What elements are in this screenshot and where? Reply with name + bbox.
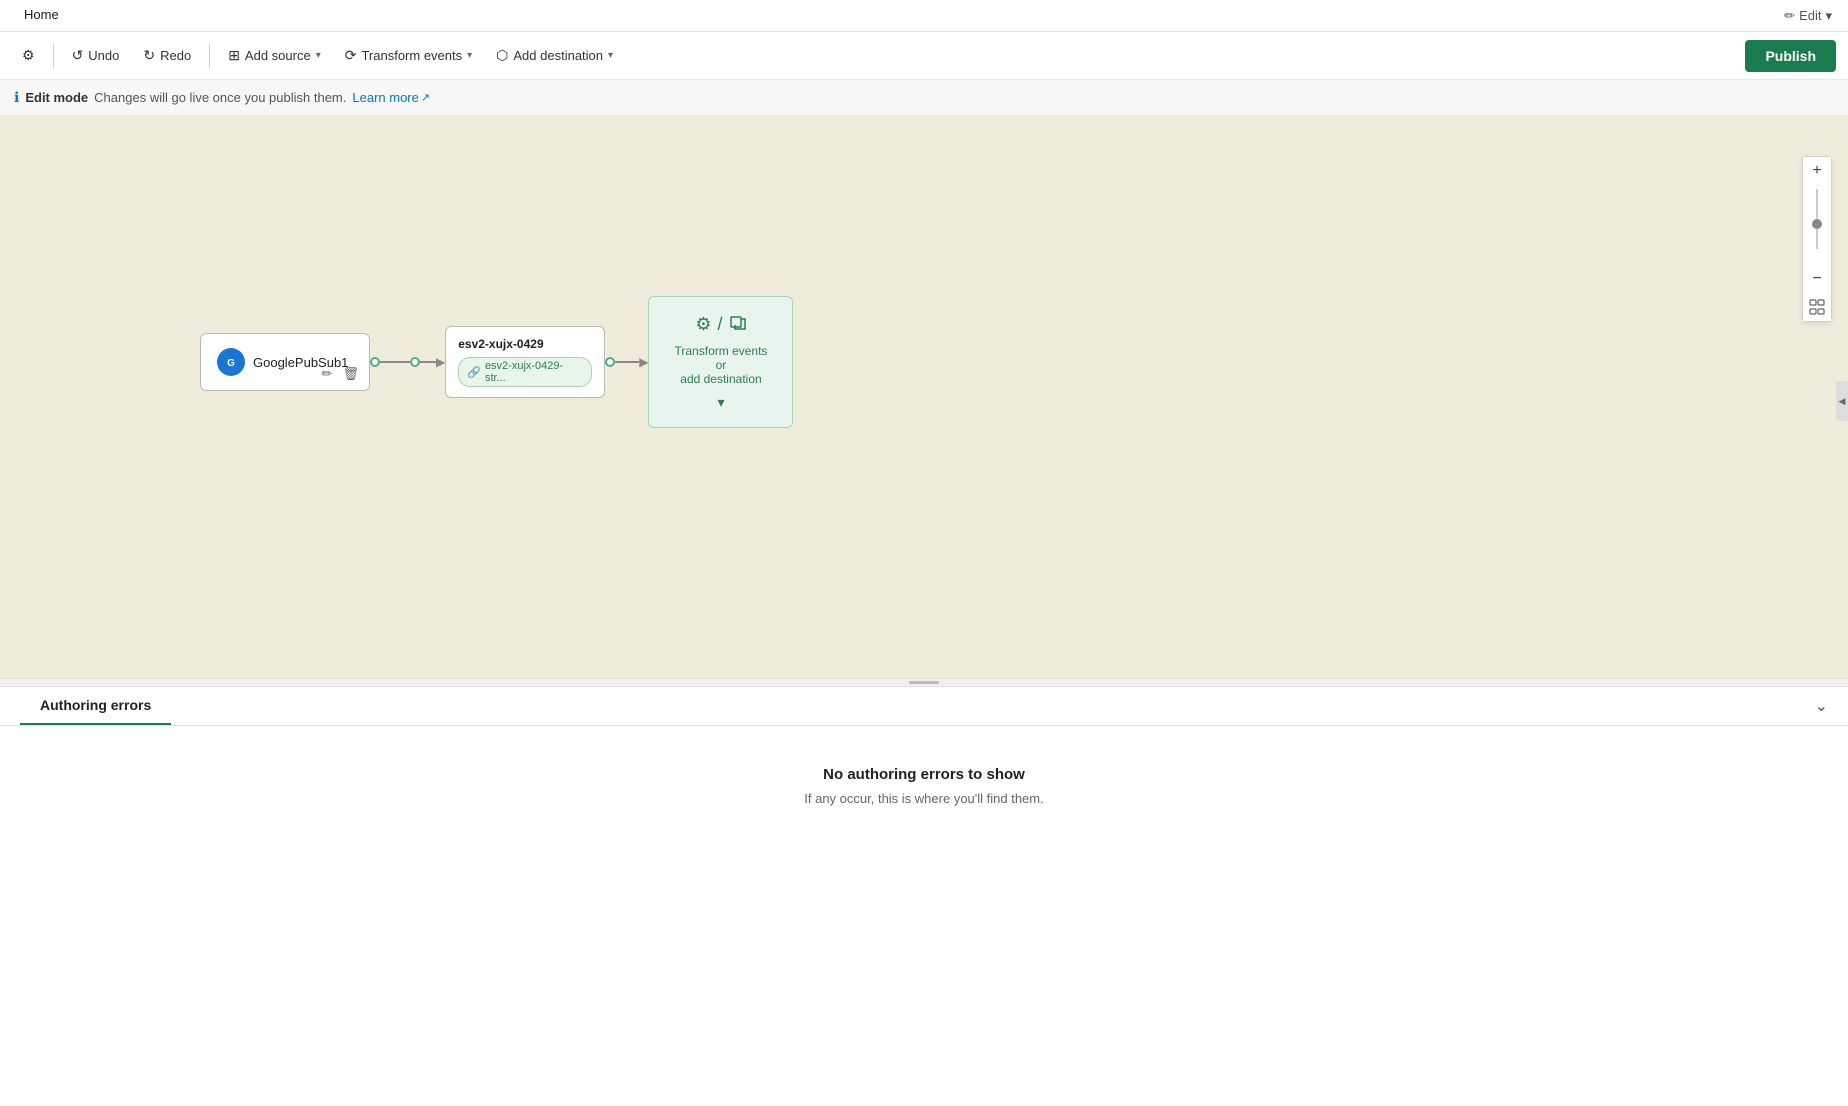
add-destination-label: Add destination xyxy=(513,48,603,63)
event-tag-icon: 🔗 xyxy=(467,366,481,379)
source-edit-icon: ✏ xyxy=(322,366,333,381)
external-link-icon: ↗ xyxy=(421,91,430,104)
connector-arrowhead-1: ▶ xyxy=(436,355,445,369)
export-icon xyxy=(729,313,747,331)
info-icon: ℹ xyxy=(14,89,19,106)
zoom-fit-icon xyxy=(1809,299,1825,315)
source-node-icon: G xyxy=(217,348,245,376)
transform-chevron-icon: ▾ xyxy=(717,394,724,411)
add-destination-icon: ⬡ xyxy=(496,47,508,64)
event-node-title: esv2-xujx-0429 xyxy=(458,337,592,351)
google-pubsub-icon: G xyxy=(222,353,240,371)
home-tab[interactable]: Home xyxy=(16,3,67,28)
connector-dot-1 xyxy=(370,357,380,367)
no-errors-section: No authoring errors to show If any occur… xyxy=(0,726,1848,846)
zoom-track xyxy=(1816,189,1818,249)
transform-label-text: Transform events oradd destination xyxy=(675,344,768,386)
source-edit-button[interactable]: ✏ xyxy=(320,364,335,384)
canvas: G GooglePubSub1 ✏ 🗑 ▶ xyxy=(0,116,1848,686)
transform-events-icon: ⟳ xyxy=(345,47,357,64)
no-errors-title: No authoring errors to show xyxy=(823,766,1025,783)
publish-button[interactable]: Publish xyxy=(1745,40,1836,72)
event-stream-node[interactable]: esv2-xujx-0429 🔗 esv2-xujx-0429-str... xyxy=(445,326,605,398)
redo-label: Redo xyxy=(160,48,191,63)
transform-gear-icon: ⚙ xyxy=(695,314,711,335)
settings-button[interactable]: ⚙ xyxy=(12,41,45,70)
event-node-tag: 🔗 esv2-xujx-0429-str... xyxy=(458,357,592,387)
add-destination-button[interactable]: ⬡ Add destination ▾ xyxy=(486,41,623,70)
source-delete-button[interactable]: 🗑 xyxy=(340,364,361,384)
learn-more-label: Learn more xyxy=(352,90,418,105)
transform-events-caret-icon: ▾ xyxy=(467,50,472,61)
no-errors-subtitle: If any occur, this is where you'll find … xyxy=(804,791,1043,806)
add-destination-caret-icon: ▾ xyxy=(608,50,613,61)
edit-label: Edit xyxy=(1799,8,1821,23)
learn-more-link[interactable]: Learn more ↗ xyxy=(352,90,430,105)
transform-destination-node[interactable]: ⚙ / Transform events oradd destination ▾ xyxy=(648,296,793,428)
source-node[interactable]: G GooglePubSub1 ✏ 🗑 xyxy=(200,333,370,391)
settings-icon: ⚙ xyxy=(22,47,35,64)
connector-line-1 xyxy=(380,361,410,363)
event-tag-label: esv2-xujx-0429-str... xyxy=(485,360,583,384)
source-delete-icon: 🗑 xyxy=(342,366,359,381)
authoring-errors-title: Authoring errors xyxy=(40,697,151,713)
zoom-in-button[interactable]: + xyxy=(1803,157,1831,185)
zoom-slider-container xyxy=(1816,185,1818,265)
bottom-panel-header-row: Authoring errors ⌄ xyxy=(0,687,1848,726)
edit-caret-icon: ▾ xyxy=(1825,8,1832,24)
title-bar: Home ✏ Edit ▾ xyxy=(0,0,1848,32)
toolbar-separator-1 xyxy=(53,44,54,68)
undo-label: Undo xyxy=(88,48,119,63)
svg-text:G: G xyxy=(227,358,235,369)
edit-icon: ✏ xyxy=(1784,8,1795,24)
connector-arrow-line-1 xyxy=(420,361,436,363)
edit-menu[interactable]: ✏ Edit ▾ xyxy=(1784,8,1832,24)
connector-arrow-1: ▶ xyxy=(420,355,445,369)
redo-icon: ↻ xyxy=(143,47,155,64)
connector-arrow-line-2 xyxy=(615,361,639,363)
transform-events-button[interactable]: ⟳ Transform events ▾ xyxy=(335,41,482,70)
transform-node-label: Transform events oradd destination xyxy=(669,344,772,386)
connector-arrow-2: ▶ xyxy=(615,355,648,369)
undo-icon: ↺ xyxy=(72,47,84,64)
zoom-controls: + − xyxy=(1802,156,1832,322)
zoom-thumb[interactable] xyxy=(1812,219,1822,229)
edit-mode-label: Edit mode xyxy=(25,90,88,105)
transform-events-label: Transform events xyxy=(361,48,462,63)
canvas-resize-handle[interactable] xyxy=(0,678,1848,686)
toolbar-separator-2 xyxy=(209,44,210,68)
transform-export-icon xyxy=(729,313,747,336)
connector-arrowhead-2: ▶ xyxy=(639,355,648,369)
connector-dot-2 xyxy=(410,357,420,367)
add-source-button[interactable]: ⊞ Add source ▾ xyxy=(218,41,331,70)
transform-separator: / xyxy=(718,314,723,335)
info-bar: ℹ Edit mode Changes will go live once yo… xyxy=(0,80,1848,116)
right-panel-toggle[interactable]: ◀ xyxy=(1836,381,1848,421)
add-source-caret-icon: ▾ xyxy=(316,50,321,61)
bottom-panel: Authoring errors ⌄ No authoring errors t… xyxy=(0,686,1848,1106)
bottom-panel-header: Authoring errors xyxy=(20,687,171,725)
toggle-icon: ◀ xyxy=(1839,396,1846,407)
connector-dot-3 xyxy=(605,357,615,367)
transform-node-icons: ⚙ / xyxy=(695,313,746,336)
connector-event-transform: ▶ xyxy=(605,355,648,369)
connector-source-event: ▶ xyxy=(370,355,445,369)
resize-handle-indicator xyxy=(909,681,939,684)
zoom-out-button[interactable]: − xyxy=(1803,265,1831,293)
bottom-panel-collapse-button[interactable]: ⌄ xyxy=(1815,696,1828,716)
redo-button[interactable]: ↻ Redo xyxy=(133,41,201,70)
add-source-label: Add source xyxy=(245,48,311,63)
flow-container: G GooglePubSub1 ✏ 🗑 ▶ xyxy=(200,296,793,428)
info-message: Changes will go live once you publish th… xyxy=(94,90,346,105)
undo-button[interactable]: ↺ Undo xyxy=(62,41,130,70)
zoom-fit-button[interactable] xyxy=(1803,293,1831,321)
source-node-actions: ✏ 🗑 xyxy=(320,364,361,384)
toolbar: ⚙ ↺ Undo ↻ Redo ⊞ Add source ▾ ⟳ Transfo… xyxy=(0,32,1848,80)
add-source-icon: ⊞ xyxy=(228,47,240,64)
